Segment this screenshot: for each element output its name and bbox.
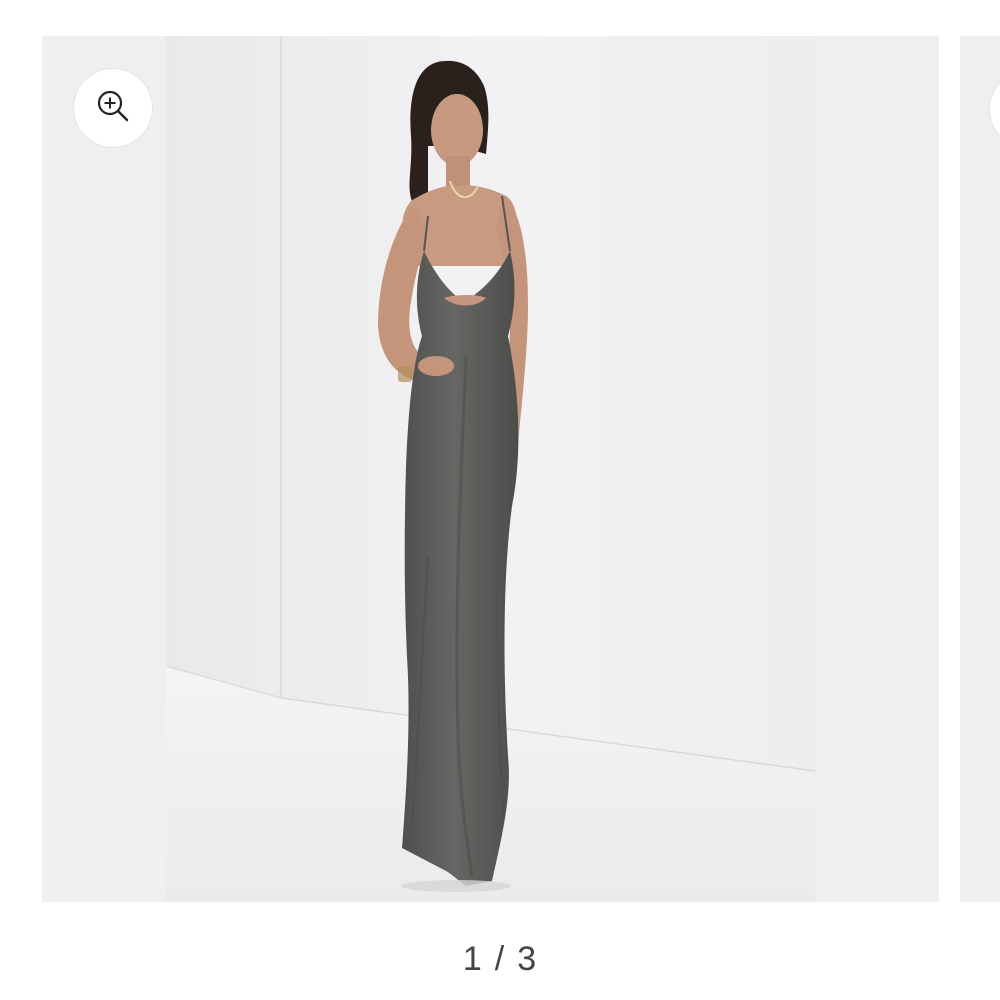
gallery-slide-1[interactable] [42, 36, 939, 902]
gallery-slide-2-peek[interactable] [960, 36, 1000, 902]
product-image-gallery: 1 / 3 [0, 0, 1000, 1000]
product-photo[interactable] [166, 36, 815, 902]
zoom-in-icon [96, 89, 130, 128]
zoom-button[interactable] [74, 69, 152, 147]
slide-separator: / [494, 940, 506, 978]
zoom-button-next [990, 70, 1000, 148]
slide-counter: 1 / 3 [0, 940, 1000, 979]
slide-current: 1 [462, 940, 483, 978]
slide-total: 3 [517, 940, 538, 978]
